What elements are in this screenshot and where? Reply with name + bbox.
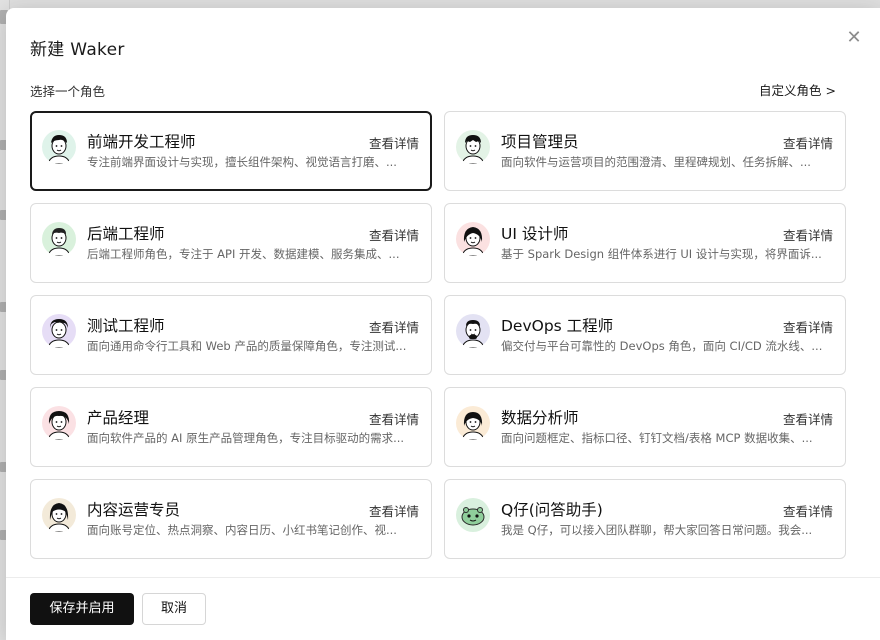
view-details-link[interactable]: 查看详情 <box>783 501 833 520</box>
role-name: 内容运营专员 <box>87 501 181 519</box>
role-card-ui-designer[interactable]: UI 设计师 查看详情 基于 Spark Design 组件体系进行 UI 设计… <box>444 203 846 283</box>
role-card-qa-assistant[interactable]: Q仔(问答助手) 查看详情 我是 Q仔，可以接入团队群聊，帮大家回答日常问题。我… <box>444 479 846 559</box>
avatar-ui <box>456 222 490 256</box>
role-description: 后端工程师角色，专注于 API 开发、数据建模、服务集成、... <box>87 247 400 261</box>
view-details-link[interactable]: 查看详情 <box>369 133 419 152</box>
role-card-backend[interactable]: 后端工程师 查看详情 后端工程师角色，专注于 API 开发、数据建模、服务集成、… <box>30 203 432 283</box>
avatar-backend <box>42 222 76 256</box>
role-description: 面向账号定位、热点洞察、内容日历、小红书笔记创作、视... <box>87 523 397 537</box>
view-details-link[interactable]: 查看详情 <box>369 409 419 428</box>
role-description: 面向软件与运营项目的范围澄清、里程碑规划、任务拆解、... <box>501 155 811 169</box>
role-name: UI 设计师 <box>501 225 569 243</box>
role-name: 项目管理员 <box>501 133 579 151</box>
role-name: Q仔(问答助手) <box>501 501 603 519</box>
custom-role-link[interactable]: 自定义角色 > <box>759 80 836 99</box>
role-description: 专注前端界面设计与实现，擅长组件架构、视觉语言打磨、... <box>87 155 397 169</box>
role-card-content-ops[interactable]: 内容运营专员 查看详情 面向账号定位、热点洞察、内容日历、小红书笔记创作、视..… <box>30 479 432 559</box>
footer-divider <box>6 577 880 578</box>
avatar-qa-bot <box>456 498 490 532</box>
role-name: DevOps 工程师 <box>501 317 614 335</box>
avatar-devops <box>456 314 490 348</box>
view-details-link[interactable]: 查看详情 <box>369 317 419 336</box>
avatar-qa <box>42 314 76 348</box>
avatar-frontend <box>42 130 76 164</box>
dialog-title: 新建 Waker <box>30 40 125 60</box>
role-card-project-manager[interactable]: 项目管理员 查看详情 面向软件与运营项目的范围澄清、里程碑规划、任务拆解、... <box>444 111 846 191</box>
avatar-data <box>456 406 490 440</box>
role-description: 面向通用命令行工具和 Web 产品的质量保障角色，专注测试... <box>87 339 407 353</box>
role-description: 我是 Q仔，可以接入团队群聊，帮大家回答日常问题。我会... <box>501 523 813 537</box>
role-name: 产品经理 <box>87 409 150 427</box>
view-details-link[interactable]: 查看详情 <box>783 409 833 428</box>
avatar-product <box>42 406 76 440</box>
view-details-link[interactable]: 查看详情 <box>369 225 419 244</box>
save-and-enable-button[interactable]: 保存并启用 <box>30 593 134 625</box>
role-card-qa-engineer[interactable]: 测试工程师 查看详情 面向通用命令行工具和 Web 产品的质量保障角色，专注测试… <box>30 295 432 375</box>
role-name: 前端开发工程师 <box>87 133 196 151</box>
close-icon[interactable]: ✕ <box>844 28 864 48</box>
role-card-data-analyst[interactable]: 数据分析师 查看详情 面向问题框定、指标口径、钉钉文档/表格 MCP 数据收集、… <box>444 387 846 467</box>
view-details-link[interactable]: 查看详情 <box>783 133 833 152</box>
role-card-product-manager[interactable]: 产品经理 查看详情 面向软件产品的 AI 原生产品管理角色，专注目标驱动的需求.… <box>30 387 432 467</box>
role-description: 面向问题框定、指标口径、钉钉文档/表格 MCP 数据收集、... <box>501 431 813 445</box>
role-card-frontend[interactable]: 前端开发工程师 查看详情 专注前端界面设计与实现，擅长组件架构、视觉语言打磨、.… <box>30 111 432 191</box>
role-name: 后端工程师 <box>87 225 165 243</box>
avatar-content <box>42 498 76 532</box>
role-description: 偏交付与平台可靠性的 DevOps 角色，面向 CI/CD 流水线、... <box>501 339 823 353</box>
section-label: 选择一个角色 <box>30 84 106 99</box>
role-name: 测试工程师 <box>87 317 165 335</box>
role-description: 基于 Spark Design 组件体系进行 UI 设计与实现，将界面诉... <box>501 247 822 261</box>
role-name: 数据分析师 <box>501 409 579 427</box>
view-details-link[interactable]: 查看详情 <box>369 501 419 520</box>
view-details-link[interactable]: 查看详情 <box>783 317 833 336</box>
view-details-link[interactable]: 查看详情 <box>783 225 833 244</box>
role-description: 面向软件产品的 AI 原生产品管理角色，专注目标驱动的需求... <box>87 431 405 445</box>
role-grid: 前端开发工程师 查看详情 专注前端界面设计与实现，擅长组件架构、视觉语言打磨、.… <box>30 111 846 559</box>
role-card-devops[interactable]: DevOps 工程师 查看详情 偏交付与平台可靠性的 DevOps 角色，面向 … <box>444 295 846 375</box>
avatar-pm <box>456 130 490 164</box>
cancel-button[interactable]: 取消 <box>142 593 206 625</box>
new-waker-dialog: 新建 Waker ✕ 选择一个角色 自定义角色 > 前端开发工程师 查看详情 专… <box>6 8 880 640</box>
